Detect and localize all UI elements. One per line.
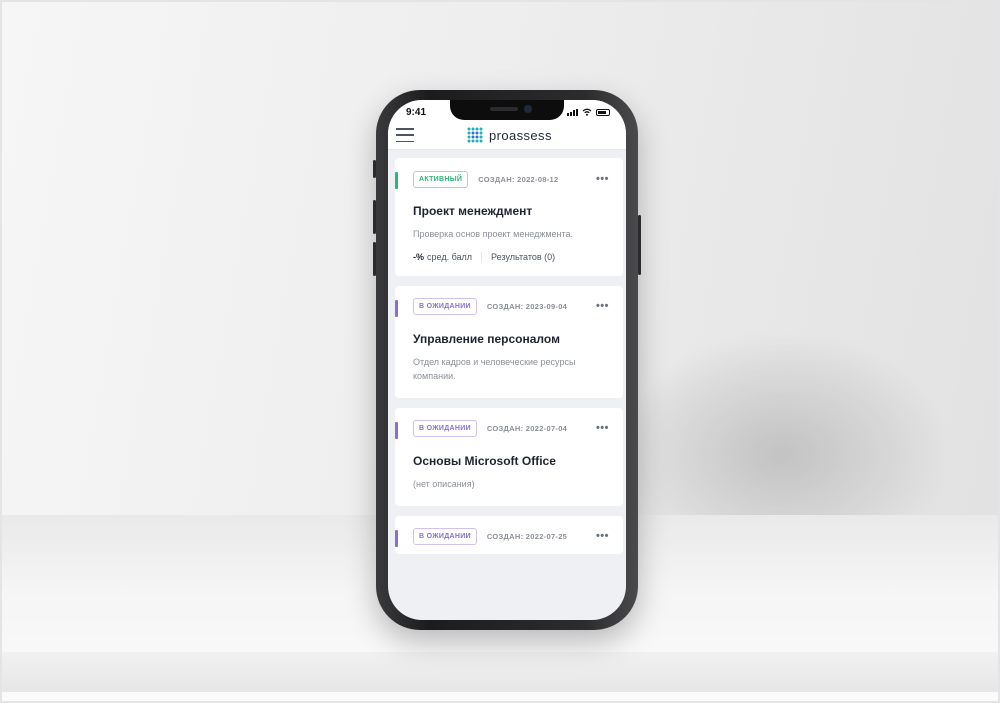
stats-divider bbox=[481, 251, 483, 262]
assessment-stats: -% сред. балл Результатов (0) bbox=[413, 251, 609, 262]
volume-up-button bbox=[373, 200, 376, 234]
assessment-description: Проверка основ проект менеджмента. bbox=[413, 229, 574, 239]
assessment-title[interactable]: Управление персоналом bbox=[413, 332, 609, 346]
assessment-card[interactable]: В ОЖИДАНИИ СОЗДАН: 2022-07-25 ••• bbox=[395, 515, 623, 554]
status-accent-bar bbox=[395, 172, 398, 189]
created-date: СОЗДАН: 2023-09-04 bbox=[486, 302, 568, 312]
status-badge: В ОЖИДАНИИ bbox=[413, 298, 477, 316]
hamburger-menu-icon[interactable] bbox=[396, 128, 414, 142]
signal-icon bbox=[567, 108, 578, 116]
results-link[interactable]: Результатов (0) bbox=[491, 252, 555, 262]
status-icons bbox=[567, 108, 610, 116]
assessment-card[interactable]: В ОЖИДАНИИ СОЗДАН: 2022-07-04 ••• Основы… bbox=[395, 407, 623, 506]
assessment-title[interactable]: Проект менеждмент bbox=[413, 204, 609, 218]
front-camera bbox=[524, 105, 532, 113]
status-accent-bar bbox=[395, 529, 398, 547]
table-edge bbox=[0, 652, 1000, 692]
avg-score-value: -% bbox=[413, 251, 424, 262]
assessment-description: Отдел кадров и человеческие ресурсы комп… bbox=[413, 356, 576, 381]
assessment-list: АКТИВНЫЙ СОЗДАН: 2022-08-12 ••• Проект м… bbox=[395, 158, 623, 564]
logo[interactable]: proassess bbox=[466, 126, 552, 144]
power-button bbox=[638, 215, 641, 275]
more-options-icon[interactable]: ••• bbox=[596, 423, 609, 434]
avg-score-label: сред. балл bbox=[427, 251, 473, 262]
status-accent-bar bbox=[395, 299, 398, 317]
logo-text: proassess bbox=[489, 127, 552, 143]
volume-down-button bbox=[373, 242, 376, 276]
battery-icon bbox=[596, 108, 610, 116]
app-header: proassess bbox=[388, 122, 626, 150]
more-options-icon[interactable]: ••• bbox=[596, 173, 609, 185]
status-badge: АКТИВНЫЙ bbox=[413, 170, 469, 188]
notch bbox=[450, 100, 564, 120]
logo-mark-icon bbox=[467, 127, 483, 143]
wifi-icon bbox=[582, 108, 592, 116]
more-options-icon[interactable]: ••• bbox=[596, 301, 609, 312]
created-date: СОЗДАН: 2022-07-25 bbox=[486, 532, 568, 542]
assessment-card[interactable]: В ОЖИДАНИИ СОЗДАН: 2023-09-04 ••• Управл… bbox=[395, 285, 623, 398]
status-time: 9:41 bbox=[406, 107, 427, 118]
status-badge: В ОЖИДАНИИ bbox=[413, 420, 477, 438]
assessment-card[interactable]: АКТИВНЫЙ СОЗДАН: 2022-08-12 ••• Проект м… bbox=[395, 158, 623, 276]
more-options-icon[interactable]: ••• bbox=[596, 531, 609, 542]
mute-switch bbox=[373, 160, 376, 178]
assessment-description: (нет описания) bbox=[413, 478, 475, 489]
created-date: СОЗДАН: 2022-08-12 bbox=[478, 174, 559, 184]
created-date: СОЗДАН: 2022-07-04 bbox=[486, 424, 568, 434]
status-badge: В ОЖИДАНИИ bbox=[413, 528, 477, 546]
phone-screen: 9:41 proassess АКТИВНЫЙ СОЗДАН: 2022-08-… bbox=[388, 100, 626, 620]
phone-frame: 9:41 proassess АКТИВНЫЙ СОЗДАН: 2022-08-… bbox=[373, 90, 641, 630]
assessment-title[interactable]: Основы Microsoft Office bbox=[413, 454, 609, 468]
status-accent-bar bbox=[395, 421, 398, 439]
speaker bbox=[490, 107, 518, 111]
